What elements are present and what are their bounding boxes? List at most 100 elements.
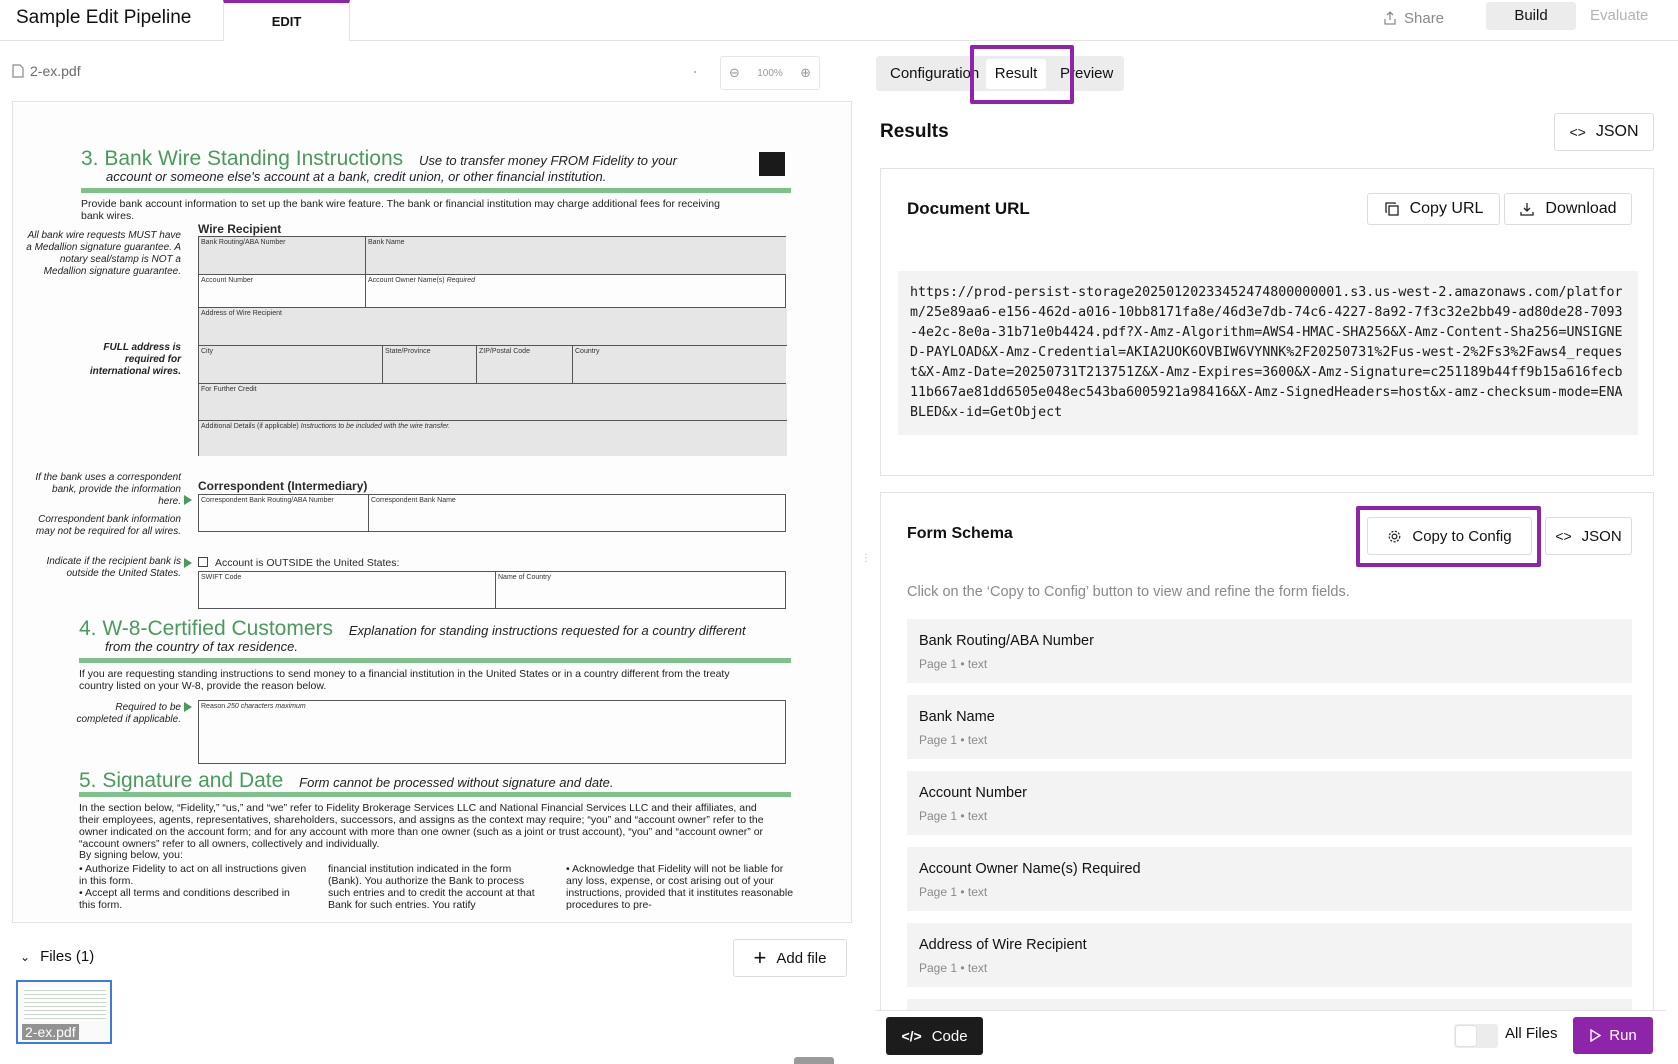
field-routing: Bank Routing/ABA Number	[199, 237, 366, 275]
play-icon	[1590, 1029, 1602, 1042]
results-json-label: JSON	[1595, 123, 1639, 140]
field-corr-routing: Correspondent Bank Routing/ABA Number	[199, 495, 369, 532]
tab-configuration[interactable]: Configuration	[890, 56, 979, 91]
section-4-intro: If you are requesting standing instructi…	[79, 668, 730, 692]
zoom-controls: ⊖ 100% ⊕	[720, 56, 820, 90]
tab-edit[interactable]: EDIT	[223, 0, 350, 41]
field-country-name: Name of Country	[498, 574, 551, 581]
code-icon: <>	[1555, 528, 1572, 544]
file-thumbnail[interactable]: 2-ex.pdf	[16, 980, 112, 1044]
app-title: Sample Edit Pipeline	[16, 7, 192, 28]
wire-recipient-heading: Wire Recipient	[198, 222, 282, 236]
download-icon	[1520, 203, 1535, 216]
field-zip: ZIP/Postal Code	[477, 346, 573, 384]
schema-field-item[interactable]: Account Number Page 1 • text	[907, 771, 1632, 835]
code-label: Code	[931, 1027, 968, 1045]
plus-icon: +	[753, 945, 767, 970]
run-label: Run	[1609, 1027, 1637, 1044]
file-name-label: 2-ex.pdf	[12, 63, 81, 79]
copy-url-label: Copy URL	[1409, 200, 1484, 217]
section-5-col2: financial institution indicated in the f…	[328, 863, 535, 911]
field-bank-name: Bank Name	[366, 237, 786, 275]
share-button[interactable]: Share	[1383, 4, 1444, 32]
code-icon: </>	[901, 1028, 922, 1044]
document-url-title: Document URL	[907, 199, 1030, 218]
panel-splitter[interactable]: ⋮	[861, 553, 871, 564]
section-4-title: 4. W-8-Certified Customers Explanation f…	[79, 617, 746, 640]
field-name: Bank Routing/ABA Number	[919, 633, 1094, 649]
document-url-text: https://prod-persist-storage202501202334…	[898, 271, 1638, 435]
all-files-label: All Files	[1505, 1025, 1558, 1042]
document-page: 3. Bank Wire Standing Instructions Use t…	[13, 102, 851, 922]
section-5-col1: • Authorize Fidelity to act on all instr…	[79, 863, 307, 911]
share-label: Share	[1404, 9, 1445, 27]
files-toggle[interactable]: ⌄ Files (1)	[20, 948, 94, 965]
divider	[79, 792, 791, 797]
field-corr-name: Correspondent Bank Name	[371, 497, 456, 504]
run-button[interactable]: Run	[1573, 1017, 1653, 1054]
divider	[79, 658, 791, 663]
wire-recipient-table: Bank Routing/ABA Number Bank Name Accoun…	[198, 236, 787, 456]
schema-json-button[interactable]: <> JSON	[1545, 517, 1632, 555]
arrow-marker	[184, 558, 192, 568]
arrow-marker	[184, 702, 192, 712]
schema-hint: Click on the ‘Copy to Config’ button to …	[907, 584, 1350, 600]
field-address: Address of Wire Recipient	[199, 308, 787, 346]
evaluate-button[interactable]: Evaluate	[1590, 2, 1670, 30]
copy-config-highlight	[1356, 506, 1541, 567]
reason-box: Reason 250 characters maximum	[198, 700, 786, 764]
zoom-dot	[694, 71, 696, 73]
zoom-in-icon[interactable]: ⊕	[800, 65, 811, 81]
field-further-credit: For Further Credit	[199, 384, 787, 421]
arrow-marker	[184, 495, 192, 505]
field-reason: Reason 250 characters maximum	[201, 703, 306, 710]
field-meta: Page 1 • text	[919, 961, 988, 975]
correspondent-heading: Correspondent (Intermediary)	[198, 479, 368, 493]
field-name: Account Number	[919, 785, 1027, 801]
outside-label: Account is OUTSIDE the United States:	[215, 557, 400, 569]
scrollbar-handle[interactable]	[794, 1057, 834, 1064]
results-json-button[interactable]: <> JSON	[1554, 113, 1654, 151]
section-4-subtitle: from the country of tax residence.	[105, 639, 298, 654]
note-address: FULL address is required for internation…	[89, 342, 181, 377]
results-title: Results	[880, 121, 949, 142]
section-3-title: 3. Bank Wire Standing Instructions Use t…	[81, 147, 677, 170]
zoom-out-icon[interactable]: ⊖	[729, 65, 740, 81]
field-owner: Account Owner Name(s) Required	[366, 275, 786, 308]
share-icon	[1384, 11, 1396, 25]
add-file-button[interactable]: + Add file	[733, 939, 847, 977]
section-3-intro: Provide bank account information to set …	[81, 198, 720, 222]
note-correspondent: If the bank uses a correspondent bank, p…	[35, 472, 181, 507]
field-name: Bank Name	[919, 709, 995, 725]
note-outside: Indicate if the recipient bank is outsid…	[46, 556, 181, 579]
download-label: Download	[1545, 200, 1617, 217]
section-5-body: In the section below, “Fidelity,” “us,” …	[79, 802, 764, 850]
code-button[interactable]: </> Code	[886, 1017, 983, 1055]
zoom-level: 100%	[757, 67, 783, 79]
field-name: Account Owner Name(s) Required	[919, 861, 1141, 877]
schema-field-item[interactable]: Bank Routing/ABA Number Page 1 • text	[907, 619, 1632, 683]
copy-url-button[interactable]: Copy URL	[1367, 193, 1500, 225]
field-account-number: Account Number	[199, 275, 366, 308]
download-button[interactable]: Download	[1504, 193, 1632, 225]
field-meta: Page 1 • text	[919, 657, 988, 671]
files-label: Files (1)	[40, 948, 95, 965]
field-state: State/Province	[383, 346, 477, 384]
build-button[interactable]: Build	[1486, 2, 1576, 30]
file-icon	[12, 64, 24, 78]
field-additional: Additional Details (if applicable) Instr…	[199, 421, 787, 456]
result-tab-highlight	[970, 45, 1074, 104]
schema-field-item[interactable]: Bank Name Page 1 • text	[907, 695, 1632, 759]
document-viewer[interactable]: 3. Bank Wire Standing Instructions Use t…	[12, 101, 852, 923]
form-schema-title: Form Schema	[907, 525, 1013, 542]
schema-field-item[interactable]: Address of Wire Recipient Page 1 • text	[907, 923, 1632, 987]
schema-json-label: JSON	[1581, 527, 1622, 545]
copy-icon	[1384, 202, 1399, 216]
file-name: 2-ex.pdf	[30, 63, 81, 79]
schema-field-item[interactable]: Account Owner Name(s) Required Page 1 • …	[907, 847, 1632, 911]
swift-table: SWIFT Code Name of Country	[198, 571, 786, 609]
field-meta: Page 1 • text	[919, 809, 988, 823]
field-name: Address of Wire Recipient	[919, 937, 1087, 953]
note-correspondent-optional: Correspondent bank information may not b…	[35, 514, 181, 537]
correspondent-table: Correspondent Bank Routing/ABA Number Co…	[198, 494, 786, 532]
